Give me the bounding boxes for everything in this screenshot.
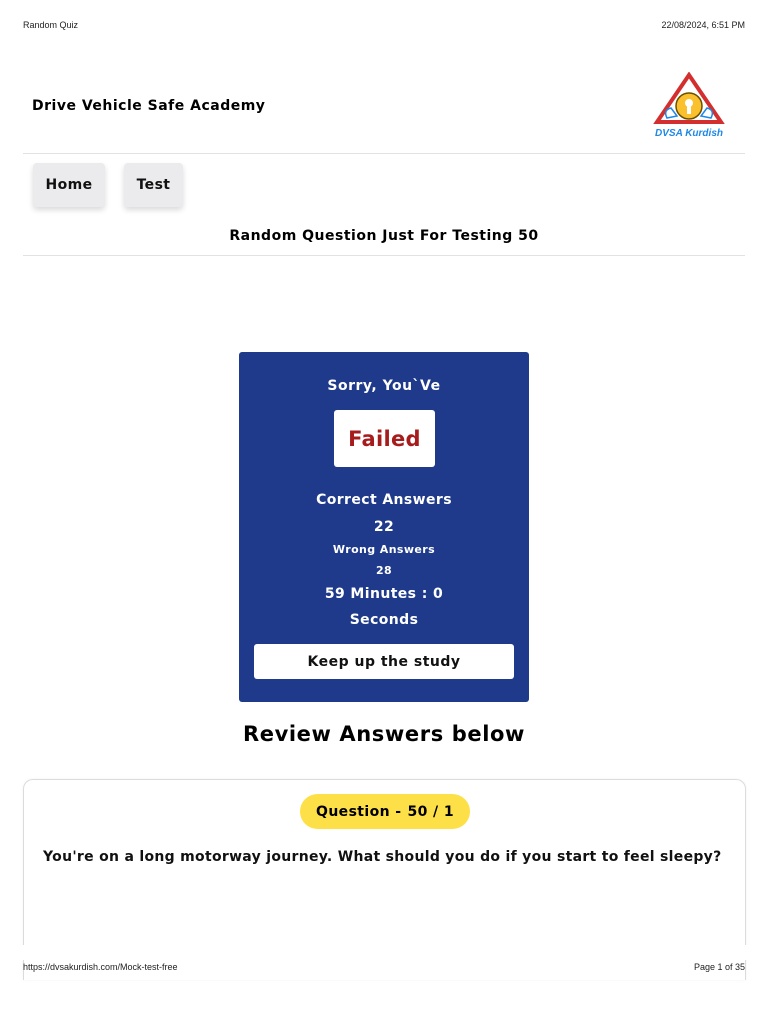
main-nav: Home Test [33, 163, 183, 207]
print-footer-url: https://dvsakurdish.com/Mock-test-free [23, 962, 178, 972]
print-header-title: Random Quiz [23, 20, 79, 30]
quiz-title: Random Question Just For Testing 50 [23, 228, 745, 256]
result-heading: Sorry, You`Ve [327, 378, 441, 394]
site-header: Drive Vehicle Safe Academy DVSA Kurdish [23, 60, 745, 154]
print-footer-page: Page 1 of 35 [693, 962, 745, 972]
time-taken-minutes: 59 Minutes : 0 [324, 586, 444, 602]
correct-answers-label: Correct Answers [316, 492, 452, 508]
wrong-answers-label: Wrong Answers [332, 543, 436, 556]
result-card: Sorry, You`Ve Failed Correct Answers 22 … [239, 352, 529, 702]
nav-home-button[interactable]: Home [33, 163, 105, 207]
question-text: You're on a long motorway journey. What … [43, 849, 722, 865]
keep-studying-button[interactable]: Keep up the study [254, 644, 514, 679]
question-number-badge: Question - 50 / 1 [300, 794, 470, 829]
print-header: Random Quiz 22/08/2024, 6:51 PM [23, 20, 745, 30]
question-number: 50 / 1 [407, 803, 454, 820]
dvsa-kurdish-logo-icon[interactable]: DVSA Kurdish [651, 71, 727, 142]
review-answers-heading: Review Answers below [242, 722, 526, 746]
time-taken-seconds: Seconds [349, 612, 419, 628]
nav-test-button[interactable]: Test [124, 163, 183, 207]
logo-text: DVSA Kurdish [655, 128, 723, 139]
page-break [0, 945, 768, 960]
result-status-badge: Failed [334, 410, 435, 467]
wrong-answers-value: 28 [375, 564, 393, 577]
print-footer: https://dvsakurdish.com/Mock-test-free P… [23, 962, 745, 972]
question-label: Question - [316, 803, 402, 820]
correct-answers-value: 22 [373, 519, 395, 535]
print-header-date: 22/08/2024, 6:51 PM [661, 20, 745, 30]
site-title: Drive Vehicle Safe Academy [32, 98, 266, 114]
